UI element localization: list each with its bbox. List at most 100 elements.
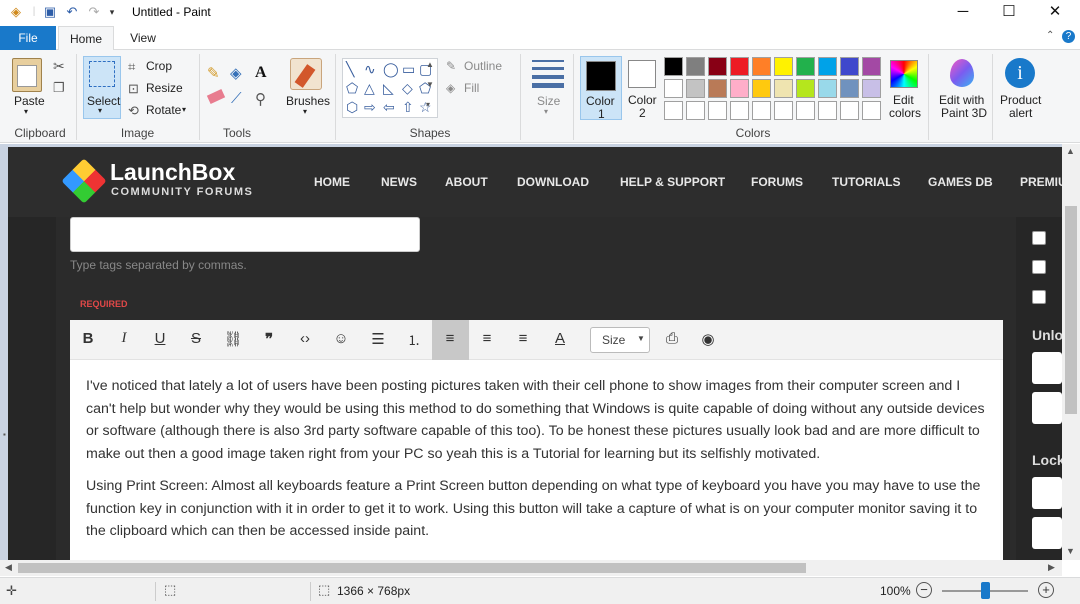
info-icon[interactable]: i	[1005, 58, 1035, 88]
fill-bucket-icon[interactable]: ◈	[230, 64, 242, 82]
right-triangle-shape-icon[interactable]: ◺	[383, 80, 394, 96]
rich-text-editor[interactable]: B I U S ⛓ ❞ ‹› ☺ ☰ ⒈ ≡ ≡ ≡ A Size ▼ ⎙ ◉ …	[70, 320, 1003, 560]
scroll-left-icon[interactable]: ◀	[5, 562, 12, 573]
palette-swatch[interactable]	[818, 57, 837, 76]
align-center-icon[interactable]: ≡	[476, 330, 498, 347]
copy-icon[interactable]: ❐	[53, 80, 65, 96]
palette-swatch[interactable]	[730, 79, 749, 98]
shapes-gallery[interactable]: ╲ ∿ ◯ ▭ ▢ ⬠ △ ◺ ◇ ⬠ ⬡ ⇨ ⇦ ⇧ ☆	[342, 58, 438, 118]
brushes-dropdown-icon[interactable]: ▾	[303, 107, 307, 116]
size-button-label[interactable]: Size	[537, 94, 560, 108]
nav-download[interactable]: DOWNLOAD	[517, 175, 589, 189]
post-paragraph-1[interactable]: I've noticed that lately a lot of users …	[86, 375, 991, 465]
product-alert-label-1[interactable]: Product	[1000, 93, 1041, 107]
resize-button[interactable]: Resize	[146, 81, 183, 95]
nav-home[interactable]: HOME	[314, 175, 350, 189]
shapes-scroll-down-icon[interactable]: ▼	[426, 80, 434, 89]
collapse-ribbon-icon[interactable]: ⌃	[1046, 30, 1054, 41]
palette-swatch[interactable]	[862, 57, 881, 76]
strikethrough-icon[interactable]: S	[185, 330, 207, 347]
cut-icon[interactable]: ✂	[53, 58, 65, 75]
tags-input[interactable]	[70, 217, 420, 252]
tab-view[interactable]: View	[118, 26, 168, 51]
size-dropdown[interactable]: Size ▼	[590, 327, 650, 353]
palette-swatch[interactable]	[708, 57, 727, 76]
pencil-icon[interactable]: ✎	[207, 64, 220, 82]
post-paragraph-2[interactable]: Using Print Screen: Almost all keyboards…	[86, 475, 991, 543]
quick-access-dropdown-icon[interactable]: ▾	[104, 4, 120, 20]
magnifier-icon[interactable]: ⚲	[255, 90, 266, 108]
palette-swatch[interactable]	[840, 101, 859, 120]
palette-swatch[interactable]	[664, 79, 683, 98]
eye-icon[interactable]: ◉	[697, 330, 719, 348]
curve-shape-icon[interactable]: ∿	[364, 61, 376, 77]
nav-news[interactable]: NEWS	[381, 175, 417, 189]
nav-forums[interactable]: FORUMS	[751, 175, 803, 189]
nav-games-db[interactable]: GAMES DB	[928, 175, 993, 189]
tab-file[interactable]: File	[0, 26, 56, 50]
color2-swatch[interactable]	[628, 60, 656, 88]
vertical-scrollbar[interactable]: ▲ ▼	[1062, 144, 1080, 560]
canvas-resize-handle-icon[interactable]: ▪	[3, 430, 6, 439]
zoom-slider-thumb[interactable]	[981, 582, 990, 599]
palette-swatch[interactable]	[708, 101, 727, 120]
palette-swatch[interactable]	[686, 101, 705, 120]
line-shape-icon[interactable]: ╲	[346, 61, 354, 77]
hexagon-shape-icon[interactable]: ⬡	[346, 99, 358, 115]
resize-icon[interactable]: ⊡	[128, 81, 139, 97]
horizontal-scroll-thumb[interactable]	[18, 563, 806, 573]
zoom-in-icon[interactable]: +	[1038, 582, 1054, 598]
palette-swatch[interactable]	[664, 101, 683, 120]
palette-swatch[interactable]	[840, 79, 859, 98]
crop-icon[interactable]: ⌗	[128, 59, 135, 75]
close-button[interactable]: ✕	[1032, 0, 1078, 24]
minimize-button[interactable]: ─	[940, 0, 986, 24]
sidebar-checkbox[interactable]	[1032, 260, 1046, 274]
site-brand[interactable]: LaunchBox	[110, 159, 235, 186]
shapes-scroll-up-icon[interactable]: ▲	[426, 60, 434, 69]
bold-icon[interactable]: B	[77, 330, 99, 347]
polygon-shape-icon[interactable]: ⬠	[346, 80, 358, 96]
paste-icon[interactable]	[12, 58, 42, 92]
palette-swatch[interactable]	[796, 101, 815, 120]
code-icon[interactable]: ‹›	[294, 330, 316, 347]
palette-swatch[interactable]	[664, 57, 683, 76]
triangle-shape-icon[interactable]: △	[364, 80, 375, 96]
undo-icon[interactable]: ↶	[64, 4, 80, 20]
crop-button[interactable]: Crop	[146, 59, 172, 73]
palette-swatch[interactable]	[774, 101, 793, 120]
nav-about[interactable]: ABOUT	[445, 175, 488, 189]
help-icon[interactable]: ?	[1062, 30, 1075, 43]
date-input[interactable]	[1032, 477, 1062, 509]
palette-swatch[interactable]	[796, 57, 815, 76]
sidebar-checkbox[interactable]	[1032, 231, 1046, 245]
bullet-list-icon[interactable]: ☰	[367, 330, 389, 348]
size-dropdown-icon[interactable]: ▾	[544, 107, 548, 116]
align-right-icon[interactable]: ≡	[512, 330, 534, 347]
align-left-button[interactable]: ≡	[432, 320, 469, 360]
paste-dropdown-icon[interactable]: ▾	[24, 107, 28, 116]
right-arrow-shape-icon[interactable]: ⇨	[364, 99, 376, 115]
scroll-up-icon[interactable]: ▲	[1066, 146, 1075, 156]
tab-home[interactable]: Home	[58, 26, 114, 51]
paint3d-icon[interactable]	[950, 59, 974, 87]
palette-swatch[interactable]	[730, 101, 749, 120]
quote-icon[interactable]: ❞	[258, 330, 280, 348]
palette-swatch[interactable]	[752, 101, 771, 120]
palette-swatch[interactable]	[752, 79, 771, 98]
palette-swatch[interactable]	[818, 101, 837, 120]
time-input[interactable]	[1032, 392, 1062, 424]
scroll-down-icon[interactable]: ▼	[1066, 546, 1075, 556]
maximize-button[interactable]: ☐	[986, 0, 1032, 24]
brushes-icon[interactable]	[290, 58, 322, 90]
launchbox-logo-icon[interactable]	[61, 158, 107, 204]
text-tool-icon[interactable]: A	[255, 64, 267, 82]
rectangle-shape-icon[interactable]: ▭	[402, 61, 415, 77]
color-picker-icon[interactable]: ⟋	[231, 90, 242, 107]
paste-button-label[interactable]: Paste	[14, 94, 45, 108]
product-alert-label-2[interactable]: alert	[1009, 106, 1032, 120]
palette-swatch[interactable]	[774, 57, 793, 76]
nav-help-support[interactable]: HELP & SUPPORT	[620, 175, 725, 189]
palette-swatch[interactable]	[730, 57, 749, 76]
palette-swatch[interactable]	[862, 79, 881, 98]
